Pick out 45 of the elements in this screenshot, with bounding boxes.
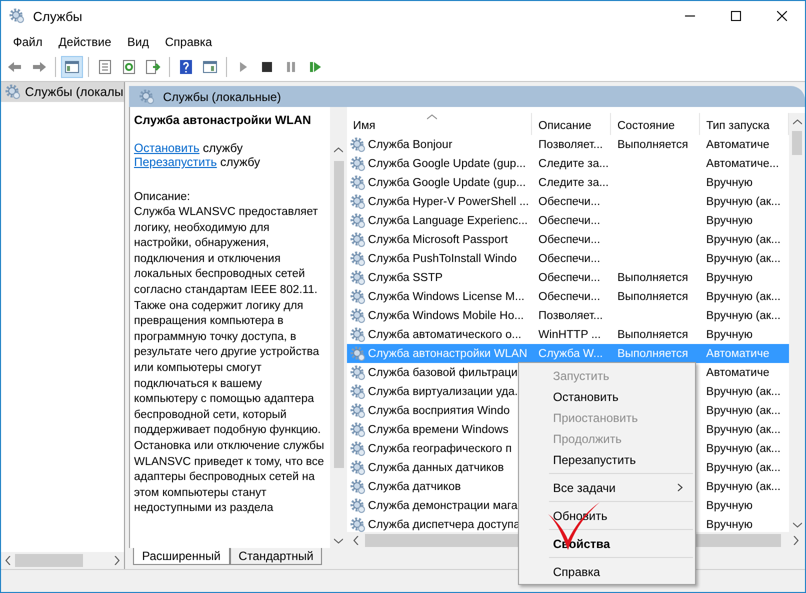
table-cell: Следите за...: [538, 158, 609, 170]
table-cell: Вручную (ак...: [706, 424, 781, 436]
service-title: Служба автонастройки WLAN: [134, 113, 312, 127]
table-cell: Автоматиче...: [706, 158, 779, 170]
table-cell: Обеспечи...: [538, 214, 600, 226]
table-cell: Служба W...: [538, 348, 603, 360]
table-cell: Вручную (ак...: [706, 234, 781, 246]
table-cell: Вручную: [706, 176, 753, 188]
table-cell: Вручную (ак...: [706, 442, 781, 454]
table-cell: Обеспечи...: [538, 252, 600, 264]
table-cell: Вручную: [706, 328, 753, 340]
table-cell: Вручную (ак...: [706, 290, 781, 302]
table-cell: Вручную (ак...: [706, 462, 781, 474]
action-text: службу: [220, 155, 260, 169]
table-cell: Вручную: [706, 272, 753, 284]
table-cell: Вручную (ак...: [706, 196, 781, 208]
table-cell: Выполняется: [617, 348, 688, 360]
description-label: Описание:: [134, 190, 192, 205]
description-text: Служба WLANSVC предоставляет логику, необходимую для настройки, обнаружения, подключения и отключения локальных беспроводных сетей согласно стандартам IEEE 802.11. Также она содержит логику для превращения компьютера в программную точку доступа, в результате чего другие устройства или компьютеры смогут подключаться к вашему компьютеру с помощью адаптера беспроводной сети, который поддерживает подобную функцию. Остановка или отключение службы WLANSVC приведет к тому, что все адаптеры беспроводных сетей на этом компьютеры станут недоступными из раздела: [134, 205, 326, 516]
table-cell: Выполняется: [617, 328, 688, 340]
table-cell: Обеспечи...: [538, 290, 600, 302]
table-cell: Вручную: [706, 214, 753, 226]
table-cell: Следите за...: [538, 176, 609, 188]
table-cell: Обеспечи...: [538, 272, 600, 284]
table-cell: Вручную (ак...: [706, 310, 781, 322]
table-cell: Вручную: [706, 500, 753, 512]
table-cell: Выполняется: [617, 290, 688, 302]
table-cell: Автоматиче: [706, 348, 770, 360]
table-cell: Обеспечи...: [538, 196, 600, 208]
table-cell: Автоматиче: [706, 366, 770, 378]
table-cell: Позволяет...: [538, 310, 603, 322]
table-cell: Вручную (ак...: [706, 252, 781, 264]
table-cell: Выполняется: [617, 272, 688, 284]
table-cell: Вручную (ак...: [706, 404, 781, 416]
table-cell: WinHTTP ...: [538, 328, 601, 340]
action-text: службу: [202, 141, 243, 155]
window-title: Службы: [33, 8, 82, 24]
table-cell: Вручную (ак...: [706, 386, 781, 398]
table-cell: Позволяет...: [538, 138, 603, 150]
table-cell: Автоматиче: [706, 138, 770, 150]
table-cell: Вручную: [706, 518, 753, 530]
table-cell: Обеспечи...: [538, 234, 600, 246]
table-cell: Вручную (ак...: [706, 480, 781, 492]
panel-title: Службы (локальные): [163, 90, 281, 104]
table-cell: Выполняется: [617, 138, 688, 150]
